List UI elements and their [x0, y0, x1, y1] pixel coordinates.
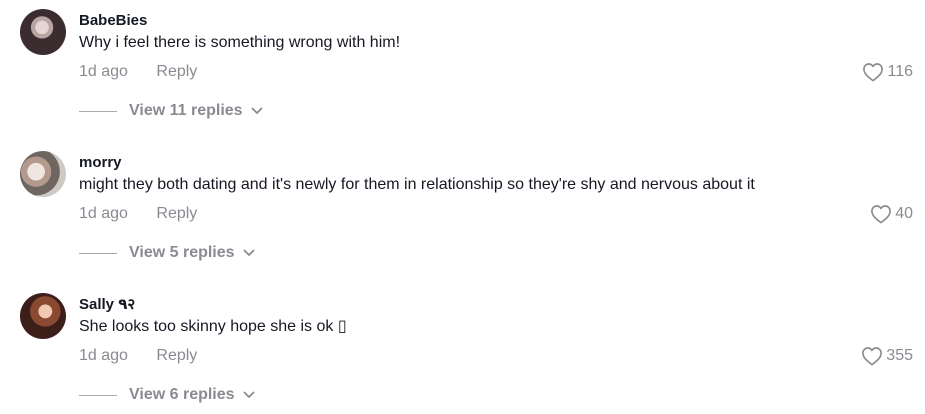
heart-outline-icon — [871, 205, 892, 224]
reply-button[interactable]: Reply — [156, 61, 197, 83]
divider-line — [79, 252, 117, 254]
comment-timestamp: 1d ago — [79, 347, 128, 364]
comment-text: might they both dating and it's newly fo… — [79, 176, 755, 193]
view-replies-label: View 6 replies — [129, 386, 235, 403]
chevron-down-icon — [243, 249, 254, 256]
like-count: 116 — [887, 63, 913, 80]
like-button[interactable]: 355 — [861, 345, 913, 367]
avatar[interactable] — [20, 151, 66, 197]
comment-username[interactable]: morry — [79, 153, 913, 173]
chevron-down-icon — [243, 391, 254, 398]
chevron-down-icon — [251, 107, 262, 114]
view-replies-label: View 5 replies — [129, 244, 235, 261]
comment-text: Why i feel there is something wrong with… — [79, 34, 401, 51]
comment-timestamp: 1d ago — [79, 63, 128, 80]
comment-item: BabeBies Why i feel there is something w… — [0, 0, 925, 142]
comment-text: She looks too skinny hope she is ok ▯ — [79, 318, 347, 335]
comment-item: Sally ٩२ She looks too skinny hope she i… — [0, 284, 925, 414]
comment-body: morry might they both dating and it's ne… — [79, 153, 913, 225]
comment-list: BabeBies Why i feel there is something w… — [0, 0, 925, 414]
avatar[interactable] — [20, 9, 66, 55]
heart-outline-icon — [863, 63, 884, 82]
comment-body: BabeBies Why i feel there is something w… — [79, 11, 913, 83]
comment-username[interactable]: Sally ٩२ — [79, 295, 913, 315]
view-replies-label: View 11 replies — [129, 102, 243, 119]
view-replies-button[interactable]: View 11 replies — [79, 102, 263, 120]
divider-line — [79, 110, 117, 112]
comment-meta: 1d ago Reply 355 — [79, 345, 913, 367]
comment-meta: 1d ago Reply 116 — [79, 61, 913, 83]
view-replies-button[interactable]: View 5 replies — [79, 244, 255, 262]
like-button[interactable]: 116 — [862, 61, 913, 83]
avatar[interactable] — [20, 293, 66, 339]
reply-button[interactable]: Reply — [156, 203, 197, 225]
heart-outline-icon — [862, 347, 883, 366]
divider-line — [79, 394, 117, 396]
comment-item: morry might they both dating and it's ne… — [0, 142, 925, 284]
comment-meta: 1d ago Reply 40 — [79, 203, 913, 225]
like-button[interactable]: 40 — [870, 203, 913, 225]
comment-body: Sally ٩२ She looks too skinny hope she i… — [79, 295, 913, 367]
like-count: 355 — [886, 347, 913, 364]
comment-username[interactable]: BabeBies — [79, 11, 913, 31]
comment-timestamp: 1d ago — [79, 205, 128, 222]
view-replies-button[interactable]: View 6 replies — [79, 386, 255, 404]
like-count: 40 — [895, 205, 913, 222]
reply-button[interactable]: Reply — [156, 345, 197, 367]
